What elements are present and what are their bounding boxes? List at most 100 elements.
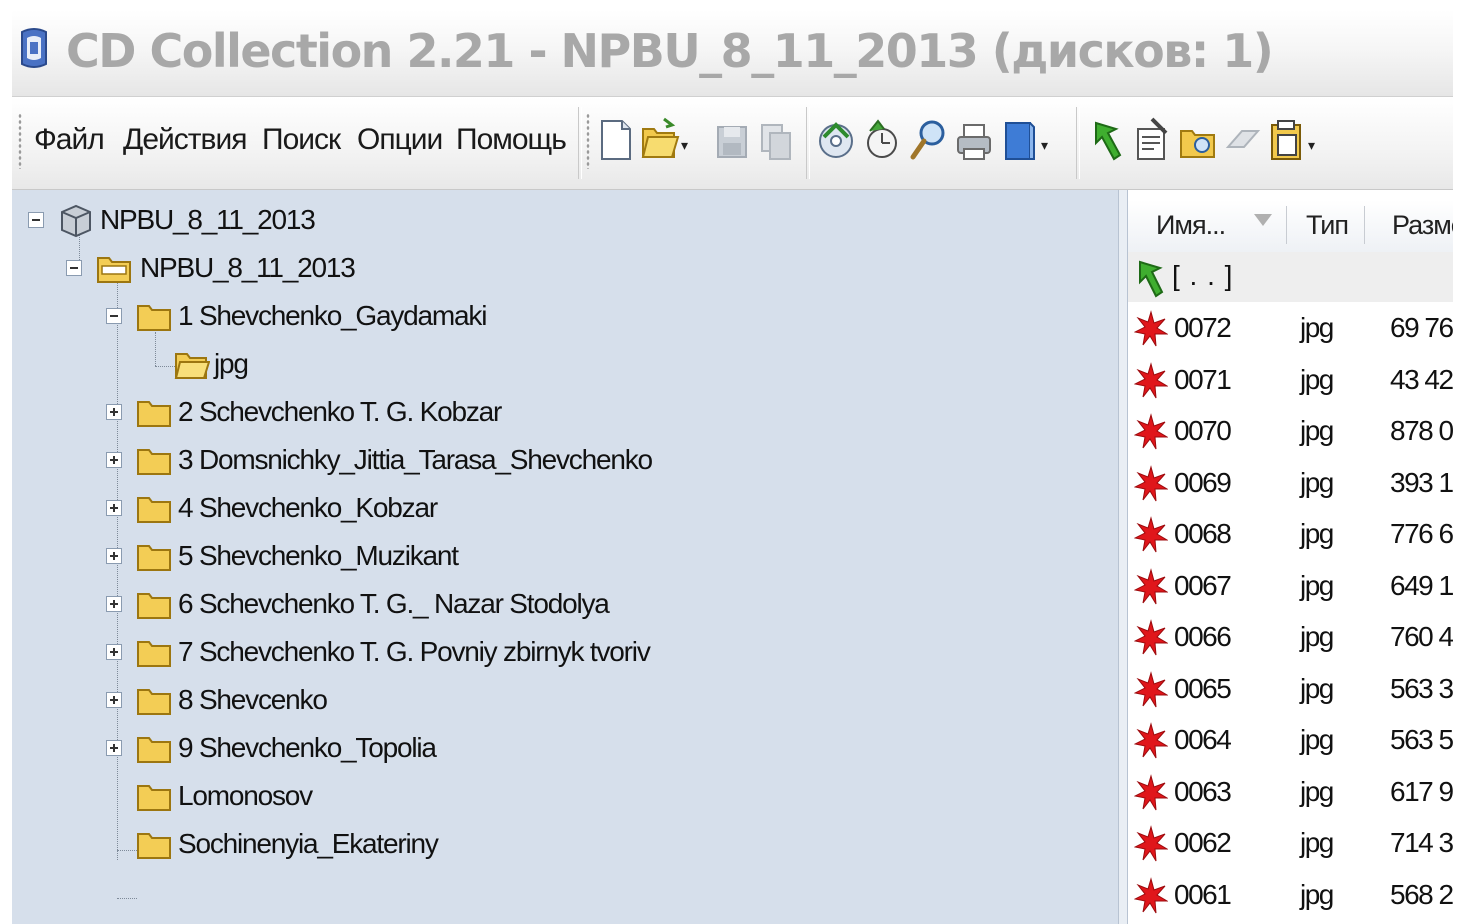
expand-toggle[interactable] — [106, 404, 122, 420]
expand-toggle[interactable] — [106, 596, 122, 612]
folder-icon — [137, 449, 171, 475]
file-name-cell: 0072 — [1174, 312, 1232, 343]
file-name-cell: 0065 — [1174, 672, 1232, 704]
column-header-name[interactable]: Имя... — [1156, 210, 1226, 241]
refresh-icon[interactable] — [862, 115, 902, 163]
table-row[interactable]: 0072 jpg 69 76 — [1128, 304, 1453, 355]
tree-node-label: 5 Shevchenko_Muzikant — [178, 540, 459, 571]
expand-toggle[interactable] — [106, 740, 122, 756]
column-divider[interactable] — [1286, 206, 1287, 244]
file-name-cell: 0071 — [1174, 363, 1232, 395]
menu-file[interactable]: Файл — [34, 123, 105, 157]
file-size-cell: 714 38 — [1390, 827, 1453, 858]
tree-node-label: jpg — [214, 348, 249, 379]
collection-icon — [61, 204, 91, 238]
file-name-cell: 0066 — [1174, 621, 1232, 652]
open-dropdown-arrow[interactable]: ▾ — [681, 137, 688, 154]
paste-icon[interactable] — [1266, 115, 1306, 163]
book-icon[interactable] — [1000, 115, 1040, 163]
eraser-icon[interactable] — [1222, 115, 1262, 163]
expand-toggle[interactable] — [106, 500, 122, 516]
go-up-icon — [1139, 260, 1164, 298]
column-header-size[interactable]: Разме — [1392, 210, 1453, 241]
tree-connector — [117, 898, 137, 899]
parent-dir-row[interactable]: [ . . ] — [1128, 252, 1453, 302]
file-list: Имя... Тип Разме [ . . ] 0072jpg69 76007… — [1128, 190, 1453, 924]
table-row[interactable]: 0071 jpg 43 42 — [1128, 356, 1453, 407]
file-type-cell: jpg — [1300, 827, 1334, 858]
file-size-cell: 568 27 — [1390, 878, 1453, 910]
file-name-cell: 0061 — [1174, 878, 1232, 910]
top-edge — [0, 0, 1467, 10]
tree-connector — [117, 850, 137, 851]
tree-node-label: 4 Shevchenko_Kobzar — [178, 492, 438, 523]
image-file-icon — [1134, 413, 1168, 450]
table-row[interactable]: 0069 jpg 393 12 — [1128, 459, 1453, 510]
file-size-cell: 563 55 — [1390, 724, 1453, 755]
table-row[interactable]: 0061 jpg 568 27 — [1128, 871, 1453, 922]
tree-connector — [155, 332, 156, 366]
search-icon[interactable] — [908, 115, 948, 163]
file-type-cell: jpg — [1300, 775, 1334, 807]
file-type-cell: jpg — [1300, 569, 1334, 601]
pane-splitter[interactable] — [1118, 190, 1128, 924]
print-icon[interactable] — [954, 115, 994, 163]
copy-icon[interactable] — [756, 115, 796, 163]
file-name-cell: 0064 — [1174, 724, 1232, 755]
table-row[interactable]: 0068 jpg 776 64 — [1128, 510, 1453, 561]
open-folder-icon[interactable] — [640, 115, 680, 163]
expand-toggle[interactable] — [106, 644, 122, 660]
table-row[interactable]: 0066 jpg 760 41 — [1128, 613, 1453, 664]
toolbar-separator — [1076, 107, 1080, 179]
tree-node-label: 2 Schevchenko T. G. Kobzar — [178, 396, 502, 427]
save-icon[interactable] — [712, 115, 752, 163]
table-row[interactable]: 0067 jpg 649 11 — [1128, 562, 1453, 613]
file-name-cell: 0069 — [1174, 466, 1232, 498]
menu-actions[interactable]: Действия — [123, 123, 247, 157]
toolbar-grip[interactable] — [18, 113, 22, 169]
file-type-cell: jpg — [1300, 466, 1334, 498]
expand-toggle[interactable] — [106, 452, 122, 468]
go-up-icon[interactable] — [1088, 115, 1128, 163]
tree-connector — [117, 282, 118, 860]
new-doc-icon[interactable] — [596, 115, 636, 163]
image-file-icon — [1134, 670, 1168, 707]
file-size-cell: 776 64 — [1390, 518, 1453, 549]
table-row[interactable]: 0070 jpg 878 04 — [1128, 407, 1453, 458]
menu-options[interactable]: Опции — [357, 123, 443, 157]
file-name-cell: 0068 — [1174, 518, 1232, 549]
table-row[interactable]: 0062 jpg 714 38 — [1128, 819, 1453, 870]
folder-icon — [137, 401, 171, 427]
list-header: Имя... Тип Разме — [1128, 200, 1453, 253]
table-row[interactable]: 0063 jpg 617 90 — [1128, 768, 1453, 819]
menu-search[interactable]: Поиск — [262, 123, 341, 157]
paste-dropdown-arrow[interactable]: ▾ — [1308, 137, 1315, 154]
folder-icon — [137, 785, 171, 811]
table-row[interactable]: 0065 jpg 563 30 — [1128, 665, 1453, 716]
properties-icon[interactable] — [1132, 115, 1172, 163]
tree-node-label: NPBU_8_11_2013 — [140, 252, 356, 283]
tree-node-label: 6 Schevchenko T. G._ Nazar Stodolya — [178, 588, 610, 619]
collapse-toggle[interactable] — [28, 212, 44, 228]
expand-toggle[interactable] — [106, 692, 122, 708]
add-disc-icon[interactable] — [816, 115, 856, 163]
collapse-toggle[interactable] — [106, 308, 122, 324]
column-header-type[interactable]: Тип — [1306, 210, 1349, 241]
book-dropdown-arrow[interactable]: ▾ — [1041, 137, 1048, 154]
folder-icon — [137, 305, 171, 331]
folder-icon — [137, 833, 171, 859]
sort-desc-icon[interactable] — [1254, 214, 1272, 226]
toolbar-grip[interactable] — [586, 113, 590, 169]
folder-icon — [137, 737, 171, 763]
folder-find-icon[interactable] — [1178, 115, 1218, 163]
column-divider[interactable] — [1364, 206, 1365, 244]
window-title: CD Collection 2.21 - NPBU_8_11_2013 (дис… — [66, 24, 1274, 78]
menu-help[interactable]: Помощь — [456, 123, 567, 157]
collapse-toggle[interactable] — [66, 260, 82, 276]
file-size-cell: 69 76 — [1390, 312, 1453, 343]
file-size-cell: 760 41 — [1390, 621, 1453, 652]
file-size-cell: 43 42 — [1390, 363, 1453, 395]
table-row[interactable]: 0064 jpg 563 55 — [1128, 716, 1453, 767]
file-size-cell: 393 12 — [1390, 466, 1453, 498]
expand-toggle[interactable] — [106, 548, 122, 564]
